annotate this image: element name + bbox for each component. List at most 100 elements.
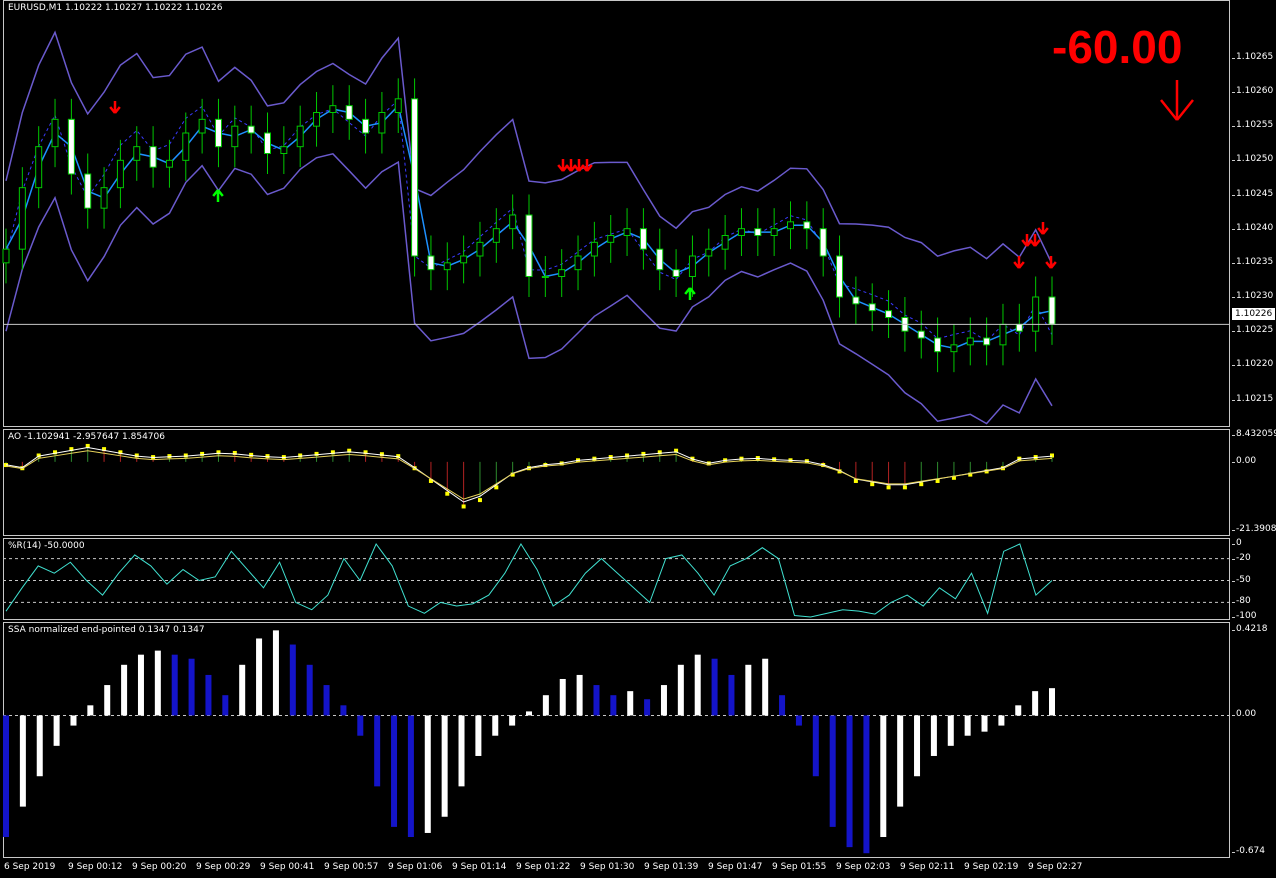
ssa-bar bbox=[930, 715, 937, 756]
wpr-line bbox=[5, 543, 1053, 618]
ao-bar-cap bbox=[886, 485, 891, 490]
candle-body bbox=[18, 187, 26, 250]
ssa-bar bbox=[694, 654, 701, 716]
ssa-bar bbox=[998, 715, 1005, 726]
ao-bar-cap bbox=[1050, 453, 1054, 458]
ssa-bar bbox=[795, 715, 802, 726]
big-arrow-down-icon bbox=[1160, 80, 1194, 121]
candle-body bbox=[574, 255, 582, 271]
ssa-bar bbox=[340, 705, 347, 716]
ssa-bar bbox=[779, 695, 786, 716]
candle-body bbox=[868, 303, 876, 312]
candle-body bbox=[803, 221, 811, 230]
ssa-bar bbox=[593, 685, 600, 716]
candle-body bbox=[492, 228, 500, 243]
ssa-bar bbox=[728, 674, 735, 716]
candle-body bbox=[280, 146, 288, 155]
arrow-down-icon bbox=[581, 159, 593, 172]
ssa-bar bbox=[610, 695, 617, 716]
ssa-bar bbox=[289, 644, 296, 716]
candle-body bbox=[149, 146, 157, 168]
ssa-bar bbox=[205, 674, 212, 716]
candle-body bbox=[836, 255, 844, 298]
ssa-bar bbox=[391, 715, 398, 827]
candle-body bbox=[362, 118, 370, 134]
ssa-bar bbox=[914, 715, 921, 777]
ssa-bar bbox=[323, 685, 330, 716]
candle-body bbox=[623, 228, 631, 237]
ssa-bar bbox=[104, 685, 111, 716]
ssa-bar bbox=[239, 664, 246, 716]
ssa-bar bbox=[53, 715, 60, 746]
ao-bar-cap bbox=[477, 498, 482, 503]
ao-slow-line bbox=[5, 450, 1053, 500]
ao-bar-cap bbox=[445, 491, 450, 496]
candle-body bbox=[721, 235, 729, 250]
ssa-bar bbox=[964, 715, 971, 736]
ssa-bar bbox=[559, 678, 566, 716]
ssa-bar bbox=[981, 715, 988, 732]
ssa-bar bbox=[256, 638, 263, 716]
candle-body bbox=[198, 118, 206, 134]
ssa-bar bbox=[492, 715, 499, 736]
ssa-bar bbox=[407, 715, 414, 838]
candle-body bbox=[51, 118, 59, 148]
ao-signal-line bbox=[5, 447, 1053, 503]
candle-body bbox=[296, 125, 304, 148]
ssa-bar bbox=[458, 715, 465, 787]
ssa-bar bbox=[526, 711, 532, 716]
candle-body bbox=[1015, 323, 1023, 332]
ssa-bar bbox=[121, 664, 128, 716]
ssa-bar bbox=[1015, 705, 1022, 716]
candle-body bbox=[590, 241, 598, 257]
arrow-down-icon bbox=[1045, 256, 1057, 269]
candle-body bbox=[411, 98, 419, 257]
candle-body bbox=[460, 255, 468, 264]
candle-body bbox=[247, 125, 255, 134]
candle-body bbox=[116, 159, 124, 189]
ssa-bar bbox=[677, 664, 684, 716]
candle-body bbox=[100, 187, 108, 209]
candle-body bbox=[35, 146, 43, 189]
candle-body bbox=[852, 296, 860, 305]
ssa-bar bbox=[644, 699, 651, 716]
ssa-bar bbox=[3, 715, 9, 838]
ao-bar-cap bbox=[183, 453, 188, 458]
candle-body bbox=[999, 323, 1007, 346]
candle-body bbox=[688, 255, 696, 277]
candle-body bbox=[672, 269, 680, 277]
ao-bar-cap bbox=[298, 453, 303, 458]
ssa-bar bbox=[137, 654, 144, 716]
candle-body bbox=[264, 132, 271, 154]
ssa-bar bbox=[222, 695, 229, 716]
arrow-down-icon bbox=[1013, 256, 1025, 269]
candle-body bbox=[214, 118, 222, 148]
candle-body bbox=[231, 125, 239, 148]
ssa-bar bbox=[897, 715, 904, 807]
ssa-bar bbox=[829, 715, 836, 827]
ssa-bar bbox=[542, 695, 549, 716]
ssa-bar bbox=[171, 654, 178, 716]
candle-body bbox=[737, 228, 745, 237]
ssa-bar bbox=[1049, 688, 1055, 716]
candle-body bbox=[378, 112, 386, 134]
ssa-bar bbox=[70, 715, 77, 726]
candle-body bbox=[770, 228, 778, 237]
ao-bar-cap bbox=[249, 452, 254, 457]
ssa-bar bbox=[475, 715, 482, 756]
candle-body bbox=[182, 132, 190, 161]
ssa-bar bbox=[745, 664, 752, 716]
ssa-bar bbox=[762, 658, 769, 716]
ssa-bar bbox=[154, 650, 161, 716]
ao-bar-cap bbox=[625, 453, 630, 458]
arrow-down-icon bbox=[109, 101, 121, 114]
candle-body bbox=[607, 235, 615, 243]
ssa-bar bbox=[880, 715, 887, 838]
ssa-bar bbox=[357, 715, 364, 736]
ssa-bar bbox=[272, 630, 279, 716]
candle-body bbox=[983, 337, 991, 346]
candle-body bbox=[1032, 296, 1040, 332]
candle-body bbox=[165, 159, 173, 168]
candle-body bbox=[1048, 296, 1056, 325]
candle-body bbox=[345, 105, 353, 120]
